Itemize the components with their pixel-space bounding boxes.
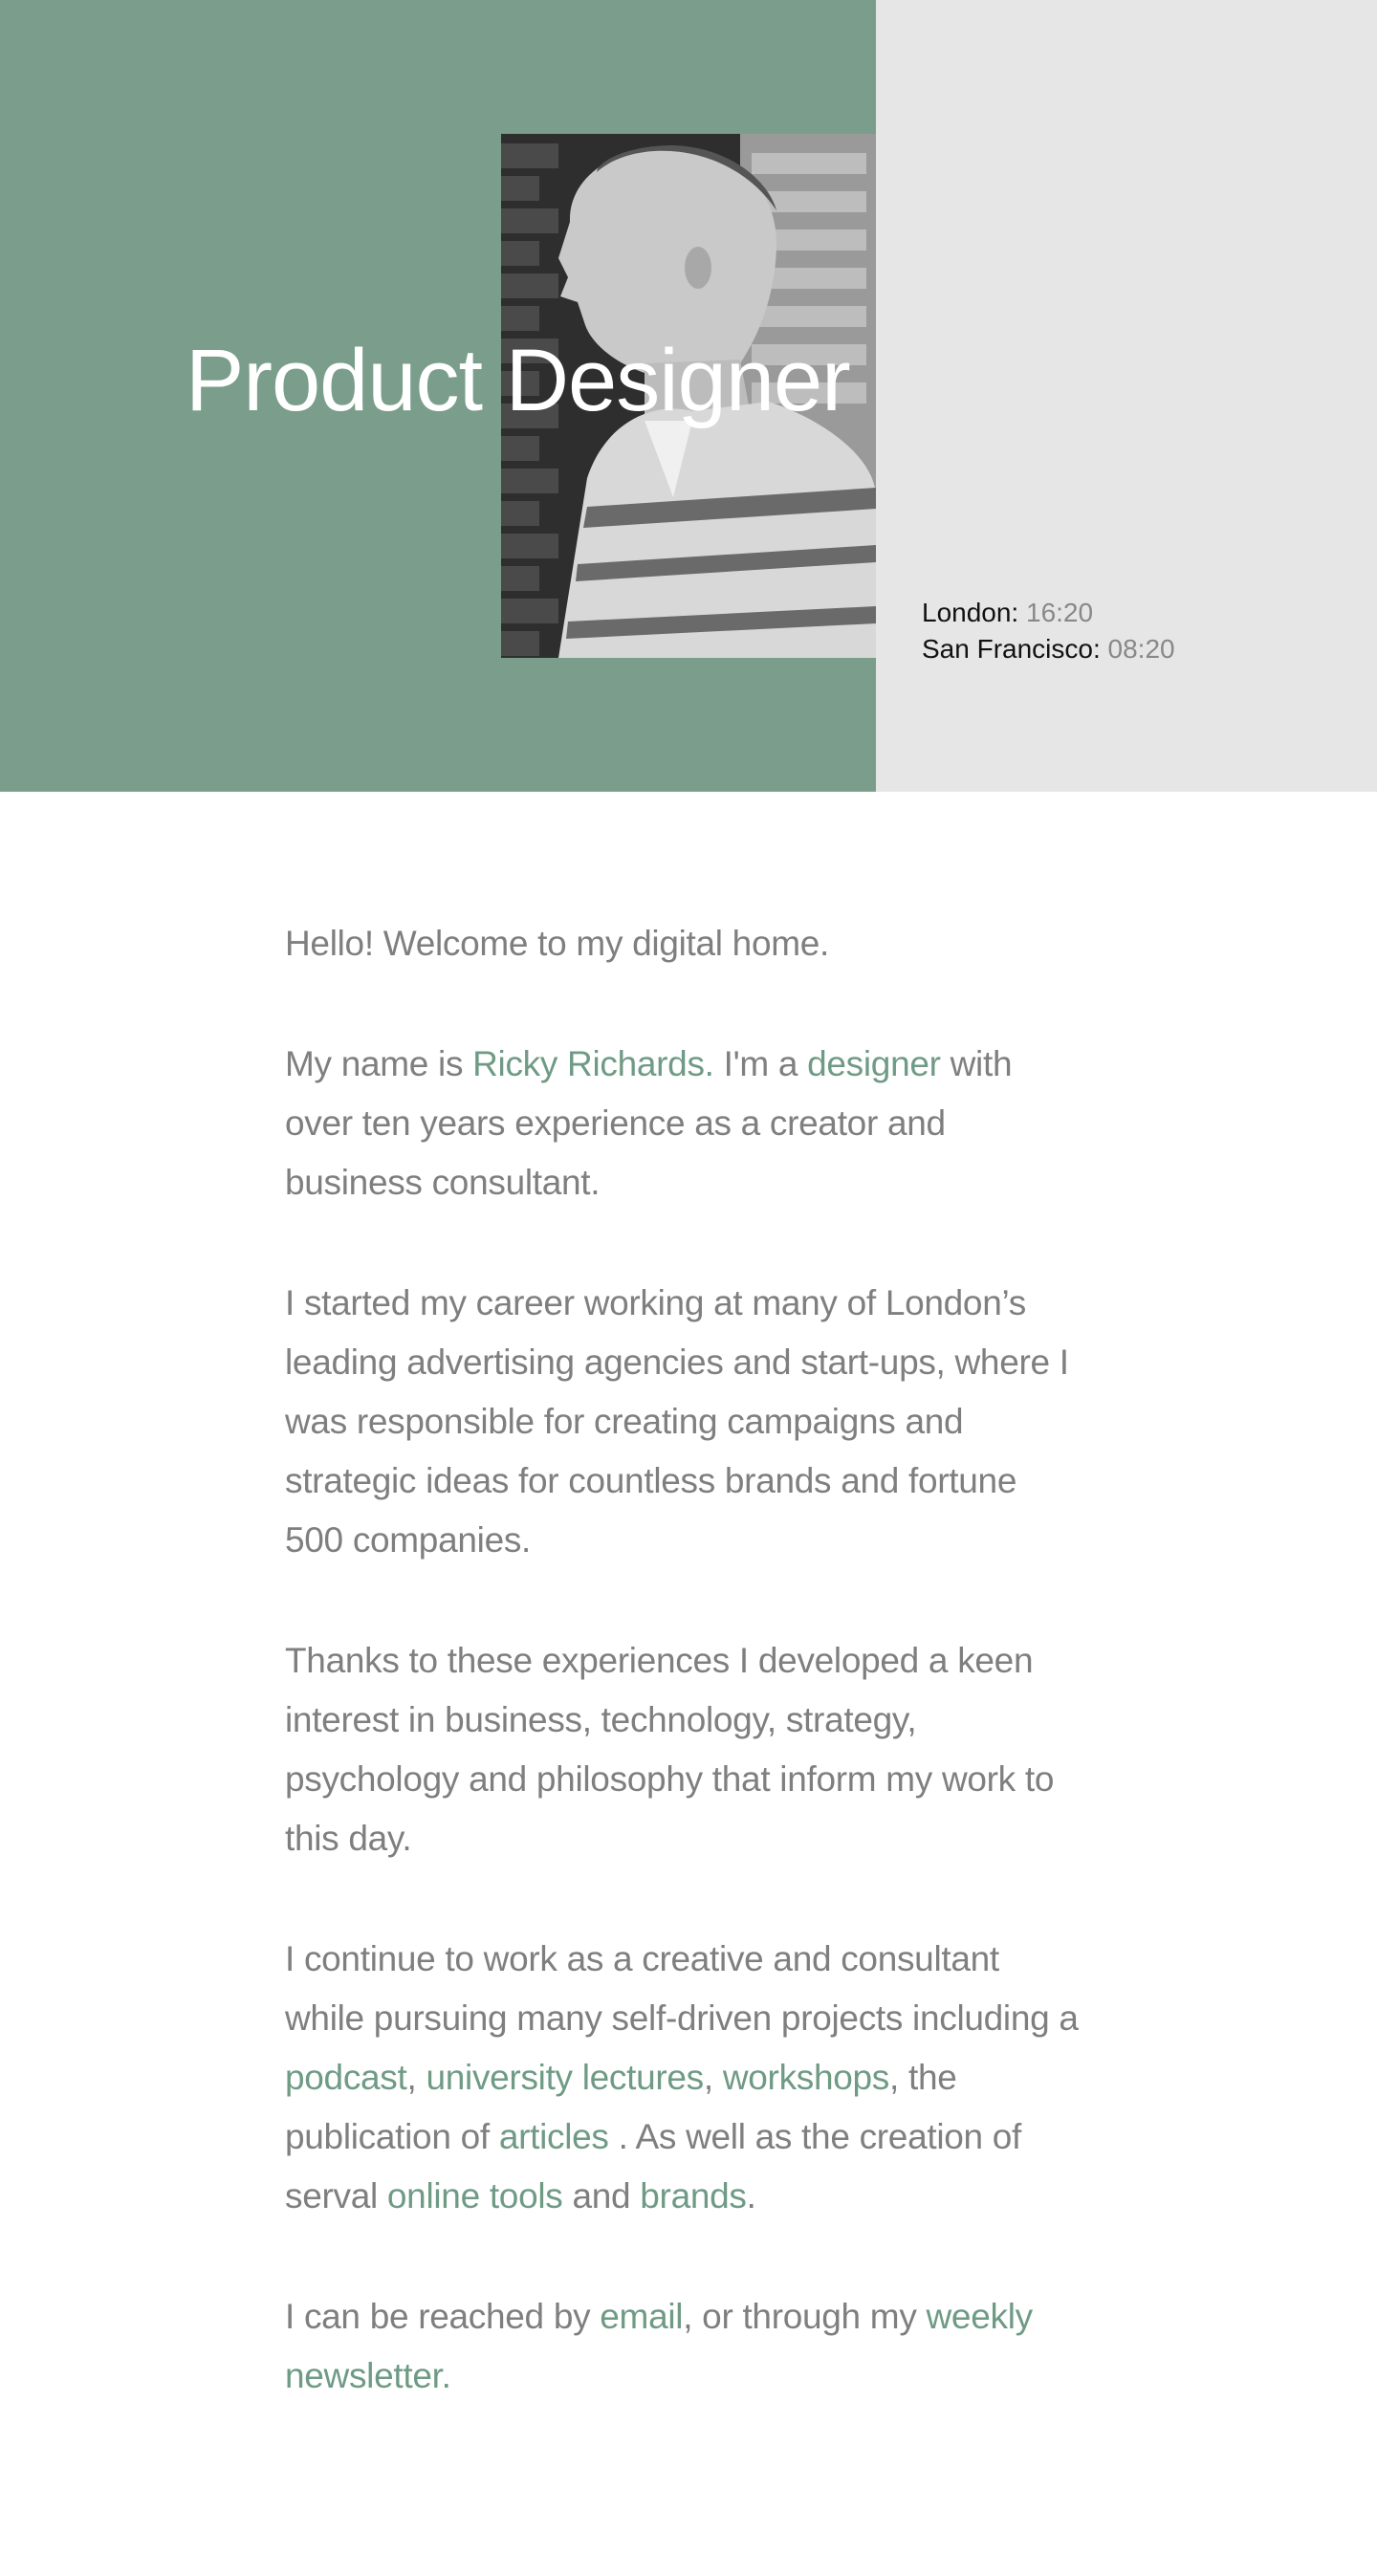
text-span: , or through my [683,2297,927,2336]
clock-time-value: 16:20 [1026,598,1094,627]
text-span: My name is [285,1044,473,1083]
brands-link[interactable]: brands [640,2176,747,2216]
email-link[interactable]: email [600,2297,683,2336]
page-title: Product Designer [186,332,851,429]
clock-city-label: San Francisco: [922,634,1101,664]
hero-gray-panel [876,0,1377,792]
podcast-link[interactable]: podcast [285,2058,407,2097]
text-span: I can be reached by [285,2297,601,2336]
name-link[interactable]: Ricky Richards. [472,1044,714,1083]
hero-section: Product Designer London: 16:20 San Franc… [0,0,1377,792]
text-span: , [703,2058,723,2097]
text-span: . [746,2176,756,2216]
text-span: , [406,2058,426,2097]
bio-paragraph-4: I continue to work as a creative and con… [285,1930,1079,2226]
text-span: I started my career working at many of L… [285,1283,1069,1560]
clock-san-francisco: San Francisco: 08:20 [922,631,1175,667]
greeting-text: Hello! Welcome to my digital home. [285,924,830,963]
university-lectures-link[interactable]: university lectures [426,2058,704,2097]
bio-paragraph-3: Thanks to these experiences I developed … [285,1631,1079,1868]
clock-london: London: 16:20 [922,595,1175,631]
online-tools-link[interactable]: online tools [387,2176,563,2216]
designer-link[interactable]: designer [807,1044,941,1083]
clock-city-label: London: [922,598,1019,627]
workshops-link[interactable]: workshops [723,2058,889,2097]
text-span: I'm a [713,1044,808,1083]
articles-link[interactable]: articles [499,2117,609,2156]
world-clocks: London: 16:20 San Francisco: 08:20 [922,595,1175,667]
intro-content: Hello! Welcome to my digital home. My na… [285,914,1079,2467]
contact-paragraph: I can be reached by email, or through my… [285,2287,1079,2406]
text-span: and [562,2176,641,2216]
greeting-paragraph: Hello! Welcome to my digital home. [285,914,1079,973]
bio-paragraph-1: My name is Ricky Richards. I'm a designe… [285,1035,1079,1212]
text-span: I continue to work as a creative and con… [285,1939,1079,2038]
bio-paragraph-2: I started my career working at many of L… [285,1274,1079,1570]
text-span: Thanks to these experiences I developed … [285,1641,1055,1858]
clock-time-value: 08:20 [1107,634,1175,664]
